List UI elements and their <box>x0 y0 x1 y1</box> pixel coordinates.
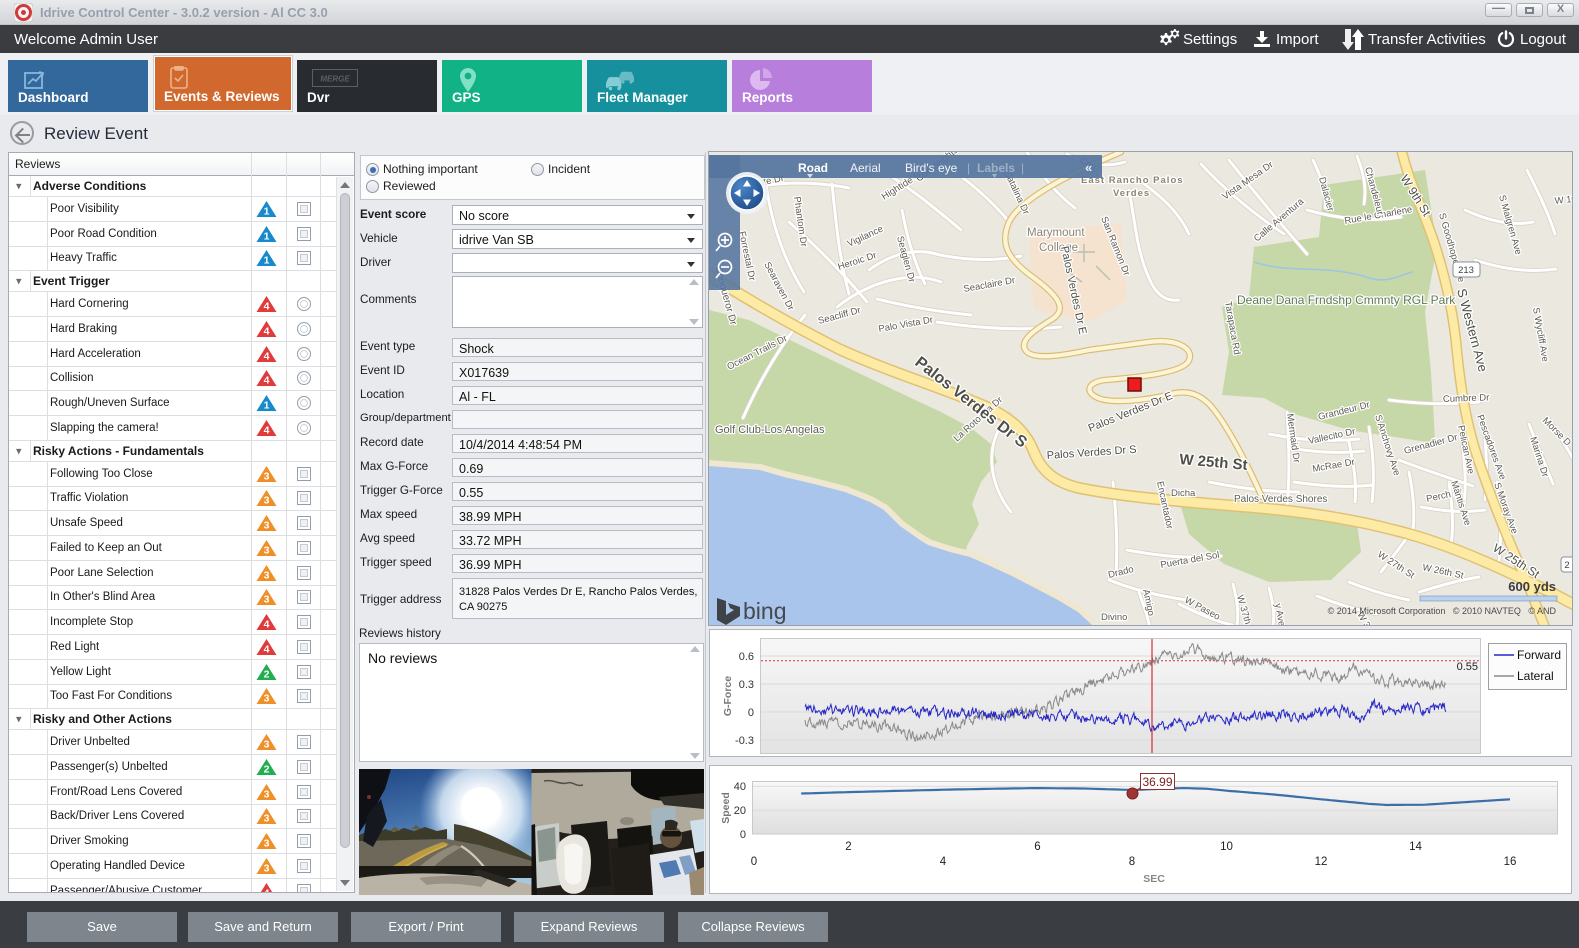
svg-text:Cumbre Dr: Cumbre Dr <box>1443 392 1490 405</box>
svg-text:8: 8 <box>1129 856 1135 868</box>
svg-text:MERGE: MERGE <box>320 75 350 84</box>
svg-text:Golf Club-Los Angelas: Golf Club-Los Angelas <box>715 424 825 436</box>
svg-text:3: 3 <box>264 863 270 875</box>
svg-text:Lateral: Lateral <box>1517 669 1554 683</box>
svg-text:|: | <box>1021 161 1024 175</box>
svg-text:0: 0 <box>740 829 746 841</box>
svg-text:0.6: 0.6 <box>739 651 754 663</box>
svg-text:|: | <box>967 161 970 175</box>
svg-text:3: 3 <box>264 813 270 825</box>
svg-text:0.3: 0.3 <box>739 679 754 691</box>
svg-text:4: 4 <box>264 644 270 656</box>
svg-text:3: 3 <box>264 693 270 705</box>
svg-text:2: 2 <box>1564 560 1569 571</box>
svg-text:Speed: Speed <box>720 792 732 824</box>
svg-text:6: 6 <box>1034 841 1040 853</box>
svg-text:3: 3 <box>264 545 270 557</box>
svg-text:4: 4 <box>264 619 270 631</box>
svg-text:3: 3 <box>264 495 270 507</box>
svg-text:3: 3 <box>264 470 270 482</box>
svg-text:Road: Road <box>798 161 828 175</box>
svg-text:1: 1 <box>264 230 270 242</box>
svg-text:4: 4 <box>264 887 270 892</box>
svg-text:Bird's eye: Bird's eye <box>905 161 958 175</box>
svg-text:© 2014 Microsoft Corporation: © 2014 Microsoft Corporation © 2010 NAVT… <box>1328 606 1557 616</box>
svg-text:2: 2 <box>264 668 270 680</box>
svg-text:Labels: Labels <box>977 161 1015 175</box>
svg-text:0: 0 <box>751 856 757 868</box>
svg-text:4: 4 <box>264 425 270 437</box>
svg-text:Dicha: Dicha <box>1171 488 1196 499</box>
svg-text:SEC: SEC <box>1143 873 1165 885</box>
svg-text:Aerial: Aerial <box>850 161 881 175</box>
svg-text:10: 10 <box>1220 841 1233 853</box>
svg-text:1: 1 <box>264 206 270 218</box>
svg-text:3: 3 <box>264 838 270 850</box>
svg-text:4: 4 <box>264 350 270 362</box>
svg-text:2: 2 <box>845 841 851 853</box>
svg-text:4: 4 <box>940 856 947 868</box>
svg-text:213: 213 <box>1458 265 1474 276</box>
svg-text:bing: bing <box>743 598 786 624</box>
svg-text:40: 40 <box>734 781 746 793</box>
svg-text:14: 14 <box>1409 841 1422 853</box>
svg-text:12: 12 <box>1315 856 1328 868</box>
svg-text:G-Force: G-Force <box>722 676 734 716</box>
svg-text:Verdes: Verdes <box>1113 188 1150 199</box>
svg-text:Forward: Forward <box>1517 648 1561 662</box>
svg-text:4: 4 <box>264 375 270 387</box>
svg-text:3: 3 <box>264 569 270 581</box>
svg-text:3: 3 <box>264 788 270 800</box>
svg-text:4: 4 <box>264 301 270 313</box>
svg-text:2: 2 <box>264 764 270 776</box>
svg-text:0: 0 <box>748 707 754 719</box>
svg-text:Deane Dana Frndshp Cmmnty RGL: Deane Dana Frndshp Cmmnty RGL Park <box>1237 293 1456 307</box>
svg-text:36.99: 36.99 <box>1142 775 1172 789</box>
svg-text:W 10t: W 10t <box>1554 193 1572 207</box>
svg-text:Marymount: Marymount <box>1027 227 1085 239</box>
svg-text:1: 1 <box>264 255 270 267</box>
svg-text:16: 16 <box>1504 856 1517 868</box>
svg-text:3: 3 <box>264 520 270 532</box>
svg-text:1: 1 <box>264 400 270 412</box>
svg-text:3: 3 <box>264 739 270 751</box>
svg-text:0.55: 0.55 <box>1457 661 1478 673</box>
svg-text:Divino: Divino <box>1101 612 1127 623</box>
svg-text:Palos Verdes Shores: Palos Verdes Shores <box>1234 494 1327 505</box>
svg-text:«: « <box>1085 160 1092 175</box>
svg-text:-0.3: -0.3 <box>735 735 754 747</box>
svg-text:20: 20 <box>734 805 746 817</box>
svg-text:4: 4 <box>264 326 270 338</box>
svg-text:3: 3 <box>264 594 270 606</box>
svg-text:600 yds: 600 yds <box>1508 579 1556 594</box>
